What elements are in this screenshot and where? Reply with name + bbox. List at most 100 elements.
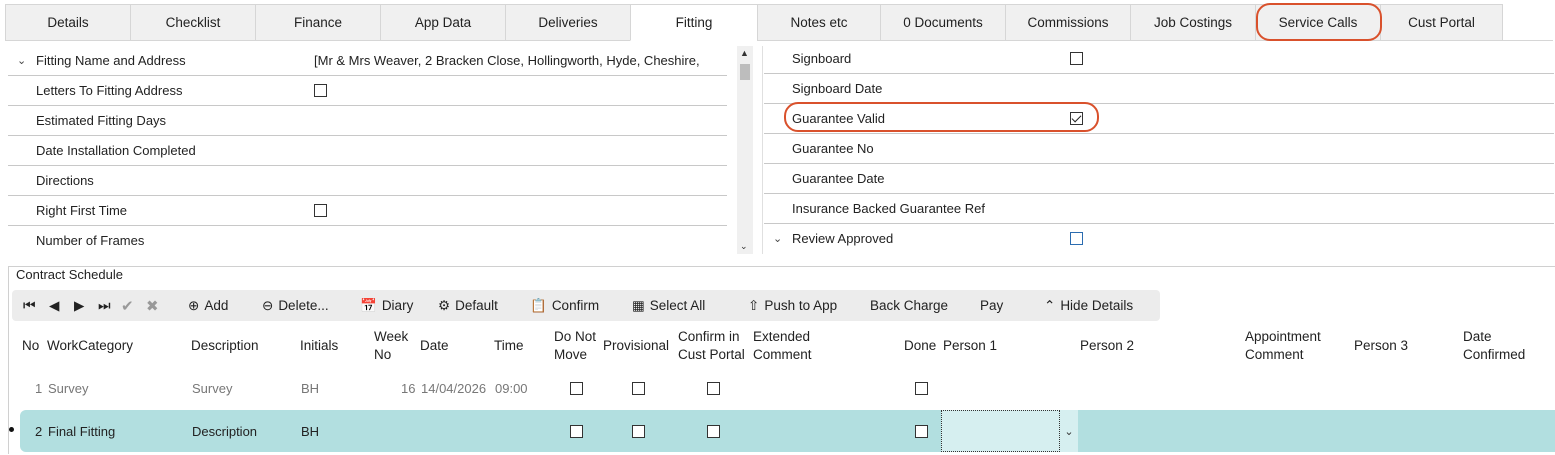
col-do-not-move[interactable]: Do Not Move bbox=[554, 328, 596, 364]
tab-documents[interactable]: 0 Documents bbox=[880, 4, 1005, 41]
col-appointment-comment-line1: Appointment bbox=[1245, 329, 1321, 344]
tab-commissions[interactable]: Commissions bbox=[1005, 4, 1130, 41]
field-row-letters-to-fitting: Letters To Fitting Address bbox=[8, 76, 727, 106]
col-work-category[interactable]: WorkCategory bbox=[47, 337, 133, 355]
letters-to-fitting-checkbox[interactable] bbox=[314, 84, 327, 97]
fitting-address-value[interactable]: [Mr & Mrs Weaver, 2 Bracken Close, Holli… bbox=[314, 53, 727, 68]
cell-time: 09:00 bbox=[495, 381, 528, 396]
cell-work-category: Survey bbox=[48, 381, 89, 396]
col-no[interactable]: No bbox=[22, 337, 39, 355]
cell-work-category: Final Fitting bbox=[48, 424, 116, 439]
col-date-confirmed[interactable]: Date Confirmed bbox=[1463, 328, 1525, 364]
field-row-guarantee-date: Guarantee Date bbox=[764, 164, 1554, 194]
confirm-button[interactable]: 📋 Confirm bbox=[530, 290, 599, 321]
field-label: Letters To Fitting Address bbox=[36, 83, 183, 98]
right-first-time-checkbox[interactable] bbox=[314, 204, 327, 217]
select-all-button[interactable]: ▦ Select All bbox=[632, 290, 705, 321]
schedule-toolbar: ⏮ ◀ ▶ ⏭ ✔ ✖ ⊕ Add ⊖ Delete... 📅 Diary ⚙ Defa… bbox=[12, 290, 1160, 321]
field-row-date-installation: Date Installation Completed bbox=[8, 136, 727, 166]
tab-checklist[interactable]: Checklist bbox=[130, 4, 255, 41]
field-row-insurance-guarantee: Insurance Backed Guarantee Ref bbox=[764, 194, 1554, 224]
tab-deliveries[interactable]: Deliveries bbox=[505, 4, 630, 41]
col-description[interactable]: Description bbox=[191, 337, 259, 355]
person-1-dropdown[interactable] bbox=[941, 410, 1060, 452]
add-button[interactable]: ⊕ Add bbox=[188, 290, 228, 321]
double-chevron-up-icon: ⌃ bbox=[1044, 297, 1056, 313]
field-row-fitting-name: ⌄ Fitting Name and Address [Mr & Mrs Wea… bbox=[8, 46, 727, 76]
review-approved-checkbox[interactable] bbox=[1070, 232, 1083, 245]
field-row-number-of-frames: Number of Frames bbox=[8, 226, 727, 256]
tab-details[interactable]: Details bbox=[5, 4, 130, 41]
tab-finance[interactable]: Finance bbox=[255, 4, 380, 41]
scroll-up-icon[interactable]: ▲ bbox=[740, 48, 749, 58]
tab-cust-portal[interactable]: Cust Portal bbox=[1380, 4, 1503, 41]
col-extended-comment[interactable]: Extended Comment bbox=[753, 328, 812, 364]
prev-record-icon[interactable]: ◀ bbox=[49, 290, 59, 321]
col-do-not-move-line1: Do Not bbox=[554, 329, 597, 344]
done-checkbox[interactable] bbox=[915, 425, 928, 438]
push-to-app-button[interactable]: ⇧ Push to App bbox=[748, 290, 837, 321]
provisional-checkbox[interactable] bbox=[632, 425, 645, 438]
current-row-indicator bbox=[9, 427, 14, 432]
col-confirm-in-cust-portal[interactable]: Confirm in Cust Portal bbox=[678, 328, 745, 364]
field-row-signboard: Signboard bbox=[764, 44, 1554, 74]
calendar-icon: 📅 bbox=[360, 297, 377, 313]
confirm-label: Confirm bbox=[551, 298, 600, 313]
delete-button[interactable]: ⊖ Delete... bbox=[262, 290, 329, 321]
col-provisional[interactable]: Provisional bbox=[603, 337, 669, 355]
pay-button[interactable]: Pay bbox=[980, 290, 1003, 321]
field-row-review-approved: ⌄ Review Approved bbox=[764, 224, 1554, 254]
field-label: Signboard Date bbox=[792, 81, 883, 96]
col-person-2[interactable]: Person 2 bbox=[1080, 337, 1134, 355]
last-record-icon[interactable]: ⏭ bbox=[98, 290, 111, 321]
push-to-app-label: Push to App bbox=[764, 298, 838, 313]
done-checkbox[interactable] bbox=[915, 382, 928, 395]
first-record-icon[interactable]: ⏮ bbox=[23, 290, 36, 321]
col-week-no[interactable]: Week No bbox=[374, 328, 408, 364]
back-charge-button[interactable]: Back Charge bbox=[870, 290, 948, 321]
provisional-checkbox[interactable] bbox=[632, 382, 645, 395]
hide-details-button[interactable]: ⌃ Hide Details bbox=[1044, 290, 1133, 321]
col-date[interactable]: Date bbox=[420, 337, 449, 355]
col-person-1[interactable]: Person 1 bbox=[943, 337, 997, 355]
chevron-down-icon[interactable]: ⌄ bbox=[1060, 410, 1078, 452]
left-grid-scrollbar[interactable]: ▲ ⌄ bbox=[737, 46, 753, 254]
field-label: Guarantee No bbox=[792, 141, 874, 156]
select-all-label: Select All bbox=[649, 298, 706, 313]
col-date-confirmed-line1: Date bbox=[1463, 329, 1492, 344]
field-label: Directions bbox=[36, 173, 94, 188]
check-icon[interactable]: ✔ bbox=[121, 290, 134, 321]
tab-fitting[interactable]: Fitting bbox=[630, 4, 757, 41]
default-label: Default bbox=[455, 298, 498, 313]
chevron-down-icon[interactable]: ⌄ bbox=[773, 232, 782, 245]
cell-no: 1 bbox=[35, 381, 43, 396]
diary-button[interactable]: 📅 Diary bbox=[360, 290, 413, 321]
tab-notes-etc[interactable]: Notes etc bbox=[757, 4, 880, 41]
field-label: Review Approved bbox=[792, 231, 894, 246]
col-time[interactable]: Time bbox=[494, 337, 524, 355]
do-not-move-checkbox[interactable] bbox=[570, 382, 583, 395]
scroll-thumb[interactable] bbox=[740, 64, 750, 80]
signboard-checkbox[interactable] bbox=[1070, 52, 1083, 65]
field-label: Guarantee Date bbox=[792, 171, 885, 186]
tab-job-costings[interactable]: Job Costings bbox=[1130, 4, 1255, 41]
plus-circle-icon: ⊕ bbox=[188, 297, 200, 313]
cancel-icon[interactable]: ✖ bbox=[146, 290, 159, 321]
cell-initials: BH bbox=[301, 381, 320, 396]
tab-service-calls[interactable]: Service Calls bbox=[1255, 4, 1380, 41]
col-appointment-comment[interactable]: Appointment Comment bbox=[1245, 328, 1321, 364]
confirm-portal-checkbox[interactable] bbox=[707, 425, 720, 438]
scroll-down-icon[interactable]: ⌄ bbox=[740, 241, 748, 252]
guarantee-valid-checkbox[interactable] bbox=[1070, 112, 1083, 125]
confirm-portal-checkbox[interactable] bbox=[707, 382, 720, 395]
col-person-3[interactable]: Person 3 bbox=[1354, 337, 1408, 355]
do-not-move-checkbox[interactable] bbox=[570, 425, 583, 438]
tab-app-data[interactable]: App Data bbox=[380, 4, 505, 41]
col-week-no-line1: Week bbox=[374, 329, 409, 344]
chevron-down-icon[interactable]: ⌄ bbox=[17, 54, 26, 67]
col-done[interactable]: Done bbox=[904, 337, 936, 355]
default-button[interactable]: ⚙ Default bbox=[438, 290, 498, 321]
col-initials[interactable]: Initials bbox=[300, 337, 338, 355]
next-record-icon[interactable]: ▶ bbox=[74, 290, 84, 321]
col-confirm-portal-line2: Cust Portal bbox=[678, 347, 745, 362]
